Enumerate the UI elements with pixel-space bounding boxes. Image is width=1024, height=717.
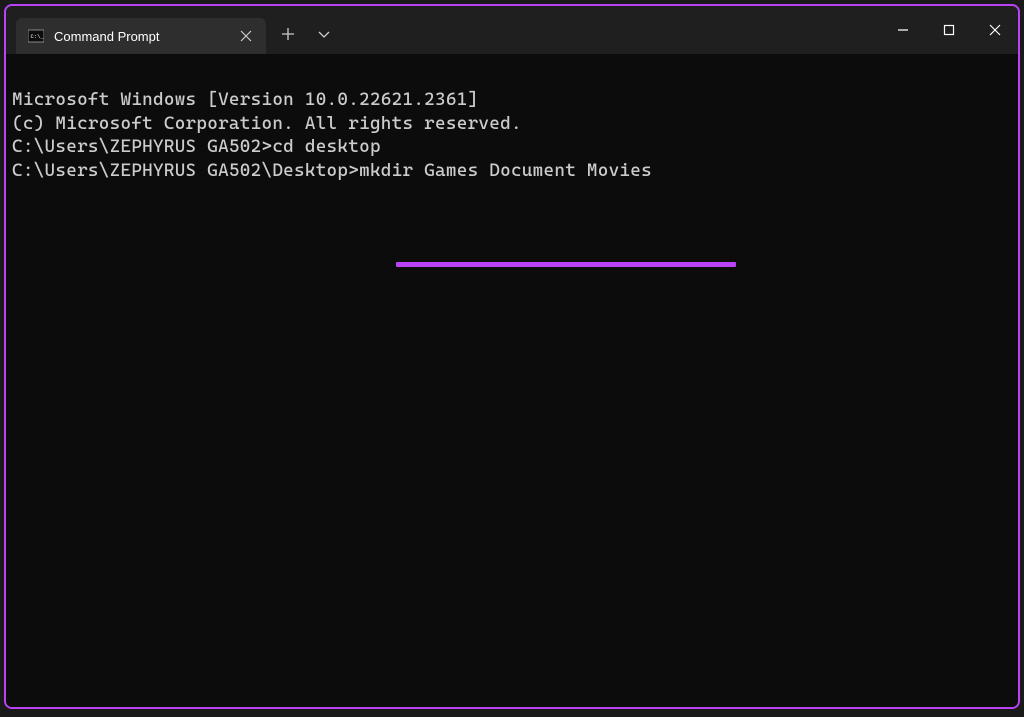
tab-title: Command Prompt [54, 29, 228, 44]
minimize-button[interactable] [880, 6, 926, 54]
active-tab[interactable]: C:\_ Command Prompt [16, 18, 266, 54]
prompt-text: C:\Users\ZEPHYRUS GA502> [12, 136, 272, 157]
terminal-line: C:\Users\ZEPHYRUS GA502>cd desktop [12, 135, 1012, 159]
titlebar: C:\_ Command Prompt [6, 6, 1018, 54]
tab-close-button[interactable] [238, 28, 254, 44]
close-window-button[interactable] [972, 6, 1018, 54]
titlebar-drag-area[interactable] [342, 6, 880, 54]
new-tab-button[interactable] [270, 16, 306, 52]
tab-dropdown-button[interactable] [306, 16, 342, 52]
cmd-icon: C:\_ [28, 28, 44, 44]
terminal-line: (c) Microsoft Corporation. All rights re… [12, 112, 1012, 136]
tab-actions [266, 6, 342, 54]
prompt-text: C:\Users\ZEPHYRUS GA502\Desktop> [12, 160, 359, 181]
terminal-line: C:\Users\ZEPHYRUS GA502\Desktop>mkdir Ga… [12, 159, 1012, 183]
tab-area: C:\_ Command Prompt [6, 6, 266, 54]
terminal-window: C:\_ Command Prompt [4, 4, 1020, 709]
command-text: cd desktop [272, 136, 380, 157]
command-text: mkdir Games Document Movies [359, 160, 652, 181]
terminal-output[interactable]: Microsoft Windows [Version 10.0.22621.23… [6, 54, 1018, 707]
terminal-line: Microsoft Windows [Version 10.0.22621.23… [12, 88, 1012, 112]
maximize-button[interactable] [926, 6, 972, 54]
window-controls [880, 6, 1018, 54]
svg-text:C:\_: C:\_ [31, 33, 45, 40]
highlight-underline [396, 262, 736, 267]
